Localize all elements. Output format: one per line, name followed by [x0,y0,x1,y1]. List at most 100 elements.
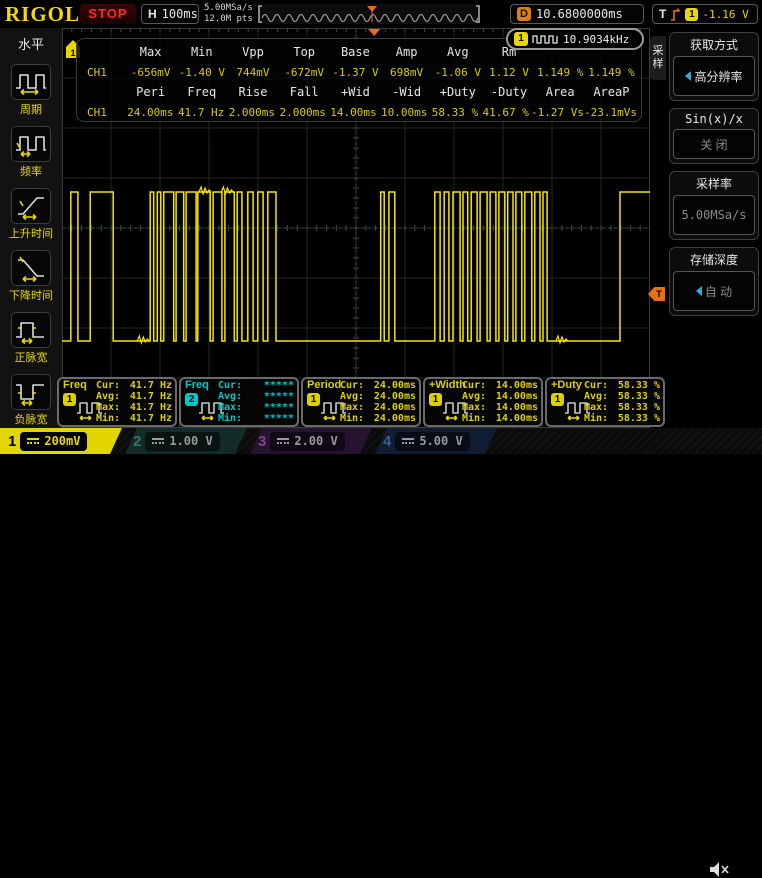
stat-box-label: Freq [185,379,209,391]
table-header-cell: Top [279,45,330,59]
stat-row-label: Max: [340,402,364,413]
dc-coupling-icon [277,438,289,445]
stat-row-label: Cur: [462,380,486,391]
table-value-cell: 1.149 % [586,66,637,79]
stat-row-max: Max:14.00ms [462,402,538,413]
trigger-level-value: -1.16 V [702,8,748,21]
stat-row-value: 41.7 Hz [130,402,172,413]
measure-item-neg-width[interactable]: 负脉宽 [11,374,51,427]
measure-item-label: 上升时间 [9,225,53,241]
stat-row-value: 24.00ms [374,380,416,391]
channel-4-tab[interactable]: 45.00 V [375,428,497,454]
stat-row-label: Max: [96,402,120,413]
trigger-position-marker[interactable] [368,29,380,36]
stat-rows: Cur:41.7 HzAvg:41.7 HzMax:41.7 HzMin:41.… [96,380,172,424]
rigol-logo: RIGOL [5,2,80,27]
stat-row-value: 14.00ms [496,402,538,413]
counter-value: 10.9034kHz [563,33,629,46]
stat-box-label: +Width [429,379,466,391]
stat-box-freq[interactable]: Freq1Cur:41.7 HzAvg:41.7 HzMax:41.7 HzMi… [57,377,177,427]
pos-width-icon-button[interactable] [11,312,51,348]
channel-1-tab[interactable]: 1200mV [0,428,122,454]
table-header-cell: +Duty [432,85,483,99]
measure-item-frequency[interactable]: 频率 [11,126,51,179]
table-header-cell: Base [330,45,381,59]
table-value-cell: 2.000ms [277,106,328,119]
table-header-cell: Rise [227,85,278,99]
measure-item-rise-time[interactable]: 上升时间 [9,188,53,241]
counter-source-badge: 1 [514,32,528,46]
table-header-cell: -Duty [483,85,534,99]
table-header-cell: Vpp [227,45,278,59]
stat-row-label: Avg: [96,391,120,402]
period-icon-button[interactable] [11,64,51,100]
stat-box-freq[interactable]: Freq2Cur:*****Avg:*****Max:*****Min:****… [179,377,299,427]
waveform-overview-bar[interactable] [258,4,480,24]
measure-item-label: 周期 [20,101,42,117]
frequency-icon [14,129,48,159]
table-value-cell: -672mV [279,66,330,79]
measure-item-period[interactable]: 周期 [11,64,51,117]
channel-number: 4 [383,433,391,450]
channel-number: 3 [258,433,266,450]
measure-item-label: 下降时间 [9,287,53,303]
channel-scale-value: 2.00 V [294,434,337,448]
speaker-muted-icon[interactable] [708,861,730,878]
stat-row-max: Max: 41.7 Hz [96,402,172,413]
channel-2-tab[interactable]: 21.00 V [125,428,247,454]
trigger-status[interactable]: T 1 -1.16 V [652,4,758,24]
stat-box-pos-duty[interactable]: +Duty1Cur:58.33 %Avg:58.33 %Max:58.33 %M… [545,377,665,427]
left-arrow-icon [685,71,691,81]
run-stop-status[interactable]: STOP [80,4,136,24]
trigger-level-marker[interactable]: T [648,287,665,301]
trigger-source-badge: 1 [685,8,698,21]
stat-source-badge: 1 [429,393,442,406]
channel-scale-box: 200mV [20,432,87,451]
stat-row-label: Min: [96,413,120,424]
stat-row-label: Cur: [218,380,242,391]
stat-box-pos-width[interactable]: +Width 1 Cur: 14.00msAvg:14.00msMax:14.00ms… [423,377,543,427]
stat-source-badge: 1 [551,393,564,406]
sample-tab-char: 采 [650,45,666,58]
menu-group: 存储深度自 动 [669,247,759,316]
horizontal-timebase[interactable]: H 100ms [141,4,199,24]
table-header-cell: Max [125,45,176,59]
stat-row-value: 58.33 % [618,402,660,413]
stat-row-min: Min:14.00ms [462,413,538,424]
sample-rate: 5.00MSa/s [204,3,253,14]
menu-softkey-0[interactable]: 高分辨率 [673,56,755,96]
stat-row-max: Max:***** [218,402,294,413]
menu-group: 获取方式高分辨率 [669,32,759,101]
stat-row-value: 14.00ms [496,391,538,402]
stat-row-avg: Avg:14.00ms [462,391,538,402]
trigger-delay[interactable]: D 10.6800000ms [510,4,644,24]
overview-waveform [258,4,480,24]
stat-source-badge: 2 [185,393,198,406]
frequency-icon-button[interactable] [11,126,51,162]
stat-source-badge: 1 [63,393,76,406]
rise-time-icon-button[interactable] [11,188,51,224]
menu-softkey-1[interactable]: 关 闭 [673,129,755,159]
neg-width-icon-button[interactable] [11,374,51,410]
menu-softkey-3[interactable]: 自 动 [673,271,755,311]
stat-row-value: 14.00ms [496,380,538,391]
frequency-counter: 1 10.9034kHz [506,28,644,50]
pos-width-icon [14,315,48,345]
menu-softkey-value: 关 闭 [700,136,727,153]
channel-3-tab[interactable]: 3 2.00 V [250,428,372,454]
table-value-cell: 14.00ms [328,106,379,119]
channel-scale-box: 5.00 V [395,432,469,451]
menu-softkey-2[interactable]: 5.00MSa/s [673,195,755,235]
fall-time-icon-button[interactable] [11,250,51,286]
table-header-cell: Peri [125,85,176,99]
timebase-label: H [148,7,157,21]
table-value-cell: 2.000ms [227,106,278,119]
table-value-cell: 698mV [381,66,432,79]
measure-item-fall-time[interactable]: 下降时间 [9,250,53,303]
stat-box-period[interactable]: Period1Cur:24.00msAvg:24.00msMax:24.00ms… [301,377,421,427]
stat-row-avg: Avg:58.33 % [584,391,660,402]
measure-item-pos-width[interactable]: 正脉宽 [11,312,51,365]
table-header-cell: Min [176,45,227,59]
stat-row-cur: Cur:41.7 Hz [96,380,172,391]
neg-width-icon [14,377,48,407]
